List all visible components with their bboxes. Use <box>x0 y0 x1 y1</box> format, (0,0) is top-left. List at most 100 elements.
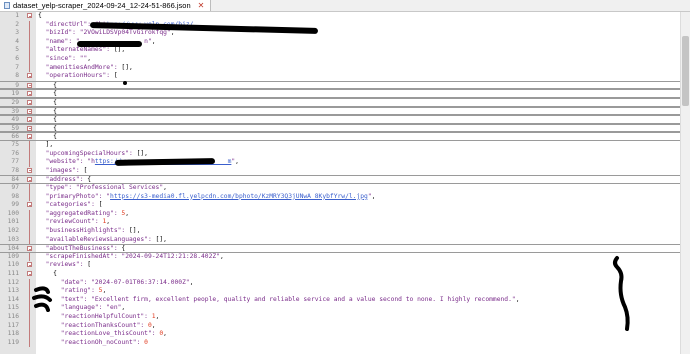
code-line[interactable]: 113 "rating": 5, <box>0 287 680 296</box>
fold-toggle-icon[interactable] <box>27 262 32 268</box>
fold-guide-line <box>29 184 30 193</box>
code-line[interactable]: 49 { <box>0 115 680 124</box>
fold-toggle-icon[interactable] <box>27 167 32 173</box>
code-line[interactable]: 110 "reviews": [ <box>0 261 680 270</box>
fold-toggle-icon[interactable] <box>27 202 32 208</box>
line-number: 98 <box>11 192 19 200</box>
code-token: "scrapeFinishedAt": <box>38 252 122 260</box>
code-text: "since": "", <box>38 55 92 64</box>
fold-toggle-icon[interactable] <box>27 246 32 252</box>
fold-toggle-icon[interactable] <box>27 177 32 183</box>
code-line[interactable]: 76 "upcomingSpecialHours": [], <box>0 149 680 159</box>
fold-guide-line <box>29 55 30 64</box>
code-line[interactable]: 116 "reactionHelpfulCount": 1, <box>0 313 680 322</box>
fold-toggle-icon[interactable] <box>27 91 32 97</box>
code-line[interactable]: 78 "images": [ <box>0 167 680 176</box>
fold-guide-line <box>29 149 30 159</box>
code-token: { <box>38 124 57 132</box>
code-line[interactable]: 101 "reviewCount": 1, <box>0 218 680 227</box>
fold-toggle-icon[interactable] <box>27 100 32 105</box>
code-text: "reviewCount": 1, <box>38 218 110 227</box>
code-line[interactable]: 3 "bizId": "2VOwiLDSVp04TvGirokfqg", <box>0 29 680 38</box>
code-line[interactable]: 97 "type": "Professional Services", <box>0 184 680 193</box>
code-line[interactable]: 59 { <box>0 123 680 133</box>
code-token: [ <box>87 261 92 269</box>
code-line[interactable]: 112 "date": "2024-07-01T06:37:14.000Z", <box>0 278 680 288</box>
code-token: , <box>102 287 107 295</box>
code-token: "availableReviewsLanguages": <box>38 235 156 243</box>
code-text: "reactionLove_thisCount": 0, <box>38 330 167 339</box>
code-line[interactable]: 7 "amenitiesAndMore": [], <box>0 63 680 73</box>
line-number: 113 <box>7 287 19 295</box>
code-line[interactable]: 77 "website": "https://www. m", <box>0 158 680 167</box>
code-line[interactable]: 103 "availableReviewsLanguages": [], <box>0 235 680 245</box>
code-text: "bizId": "2VOwiLDSVp04TvGirokfqg", <box>38 29 175 38</box>
code-line[interactable]: 111 { <box>0 270 680 279</box>
fold-toggle-icon[interactable] <box>27 82 32 88</box>
code-token: , <box>515 295 520 303</box>
line-number: 118 <box>7 330 19 338</box>
fold-toggle-icon[interactable] <box>27 73 32 79</box>
fold-guide-line <box>29 63 30 73</box>
code-line[interactable]: 115 "language": "en", <box>0 304 680 313</box>
code-token: "h <box>87 158 95 166</box>
file-tab[interactable]: dataset_yelp-scraper_2024-09-24_12-24-51… <box>0 0 212 11</box>
fold-toggle-icon[interactable] <box>27 134 32 140</box>
fold-toggle-icon[interactable] <box>27 271 32 276</box>
code-line[interactable]: 109 "scrapeFinishedAt": "2024-09-24T12:2… <box>0 252 680 262</box>
code-line[interactable]: 114 "text": "Excellent firm, excellent p… <box>0 295 680 305</box>
code-editor[interactable]: 1{2 "directUrl": "https://www.yelp.com/b… <box>0 12 690 354</box>
code-line[interactable]: 29 { <box>0 98 680 107</box>
code-line[interactable]: 98 "primaryPhoto": "https://s3-media0.fl… <box>0 192 680 202</box>
fold-guide-line <box>29 192 30 202</box>
code-line[interactable]: 39 { <box>0 106 680 116</box>
code-line[interactable]: 9 { <box>0 80 680 90</box>
fold-guide-line <box>29 158 30 167</box>
cursor-dot <box>123 81 127 85</box>
code-token: [], <box>129 227 141 234</box>
line-number: 99 <box>11 201 19 209</box>
fold-toggle-icon[interactable] <box>27 13 32 18</box>
code-token: "reactionLove_thisCount": <box>38 330 160 338</box>
fold-toggle-icon[interactable] <box>27 125 32 131</box>
fold-guide-line <box>29 252 30 262</box>
code-token: "upcomingSpecialHours": <box>38 149 137 157</box>
fold-toggle-icon[interactable] <box>27 117 32 123</box>
fold-guide-line <box>29 313 30 322</box>
line-number: 8 <box>15 72 19 80</box>
code-text: "type": "Professional Services", <box>38 184 167 193</box>
redaction-mark <box>77 41 142 47</box>
code-line[interactable]: 119 "reactionOh_noCount": 0 <box>0 338 680 348</box>
code-line[interactable]: 19 { <box>0 89 680 98</box>
code-line[interactable]: 100 "aggregatedRating": 5, <box>0 209 680 219</box>
code-line[interactable]: 75 ], <box>0 141 680 150</box>
code-text: { <box>38 270 57 279</box>
code-text: "availableReviewsLanguages": [], <box>38 236 167 245</box>
scrollbar-thumb[interactable] <box>682 36 689 106</box>
code-line[interactable]: 117 "reactionThanksCount": 0, <box>0 321 680 331</box>
code-line[interactable]: 84 "address": { <box>0 175 680 184</box>
code-line[interactable]: 1{ <box>0 12 680 21</box>
code-token: { <box>38 116 57 124</box>
code-line[interactable]: 99 "categories": [ <box>0 201 680 210</box>
code-line[interactable]: 118 "reactionLove_thisCount": 0, <box>0 330 680 339</box>
code-text: ], <box>38 141 54 150</box>
code-token: "bizId": <box>38 29 80 37</box>
code-line[interactable]: 8 "operationHours": [ <box>0 72 680 81</box>
code-line[interactable]: 5 "alternateNames": [], <box>0 46 680 55</box>
code-line[interactable]: 102 "businessHighlights": [], <box>0 227 680 236</box>
code-text: "scrapeFinishedAt": "2024-09-24T12:21:28… <box>38 253 224 262</box>
code-token: { <box>38 12 42 19</box>
code-token: [], <box>121 63 133 71</box>
vertical-scrollbar[interactable] <box>680 12 690 354</box>
code-token: , <box>189 278 194 286</box>
code-line[interactable]: 66 { <box>0 132 680 141</box>
fold-toggle-icon[interactable] <box>27 108 32 114</box>
close-icon[interactable]: ✕ <box>198 0 205 11</box>
code-line[interactable]: 104 "aboutTheBusiness": { <box>0 244 680 253</box>
code-token: , <box>106 218 111 226</box>
line-number: 119 <box>7 338 19 346</box>
code-text: "upcomingSpecialHours": [], <box>38 150 148 159</box>
code-line[interactable]: 6 "since": "", <box>0 55 680 64</box>
code-token: "Professional Services" <box>75 184 164 191</box>
